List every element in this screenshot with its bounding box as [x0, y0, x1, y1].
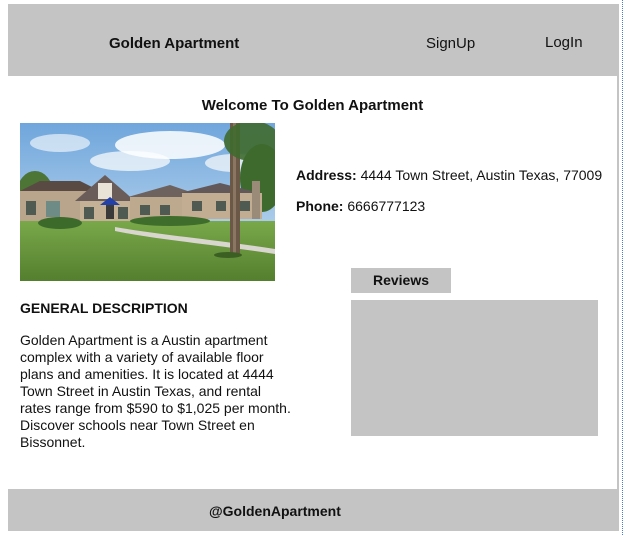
description-heading: GENERAL DESCRIPTION [20, 300, 188, 316]
reviews-tab[interactable]: Reviews [351, 268, 451, 293]
brand-title[interactable]: Golden Apartment [109, 35, 239, 52]
site-header: Golden Apartment SignUp LogIn [8, 4, 617, 76]
address-label: Address: [296, 167, 357, 183]
login-link[interactable]: LogIn [545, 34, 583, 51]
apartment-photo [20, 123, 275, 281]
site-footer: @GoldenApartment [8, 489, 617, 531]
footer-handle[interactable]: @GoldenApartment [209, 503, 341, 519]
contact-info: Address: 4444 Town Street, Austin Texas,… [296, 167, 602, 229]
phone-value: 6666777123 [347, 198, 426, 214]
address-row: Address: 4444 Town Street, Austin Texas,… [296, 167, 602, 183]
page-edge [617, 4, 619, 531]
address-value: 4444 Town Street, Austin Texas, 77009 [360, 167, 603, 183]
selection-guide [622, 0, 623, 535]
phone-label: Phone: [296, 198, 344, 214]
page-title: Welcome To Golden Apartment [201, 97, 424, 114]
reviews-panel [351, 300, 598, 436]
page-frame: Golden Apartment SignUp LogIn Welcome To… [0, 0, 625, 535]
description-text: Golden Apartment is a Austin apartment c… [20, 332, 291, 450]
phone-row: Phone: 6666777123 [296, 198, 602, 214]
signup-link[interactable]: SignUp [426, 35, 475, 52]
